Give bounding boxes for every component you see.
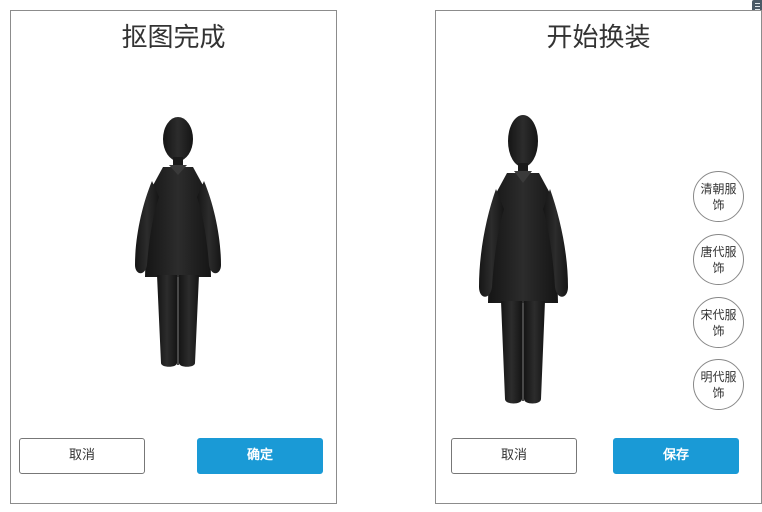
page-title: 抠图完成 bbox=[121, 23, 226, 53]
costume-tang-button[interactable]: 唐代服饰 bbox=[693, 234, 744, 285]
person-silhouette bbox=[478, 113, 570, 405]
cutout-complete-panel: 抠图完成 取消 确定 bbox=[10, 10, 337, 504]
cancel-button[interactable]: 取消 bbox=[451, 438, 577, 474]
dress-up-panel: 开始换装 清朝服饰 唐代服饰 宋代服饰 明代服饰 取消 保存 bbox=[435, 10, 762, 504]
costume-song-button[interactable]: 宋代服饰 bbox=[693, 297, 744, 348]
costume-ming-button[interactable]: 明代服饰 bbox=[693, 359, 744, 410]
cancel-button[interactable]: 取消 bbox=[19, 438, 145, 474]
page-title: 开始换装 bbox=[546, 23, 651, 53]
save-button[interactable]: 保存 bbox=[613, 438, 739, 474]
costume-qing-button[interactable]: 清朝服饰 bbox=[693, 171, 744, 222]
confirm-button[interactable]: 确定 bbox=[197, 438, 323, 474]
person-silhouette bbox=[133, 115, 223, 367]
